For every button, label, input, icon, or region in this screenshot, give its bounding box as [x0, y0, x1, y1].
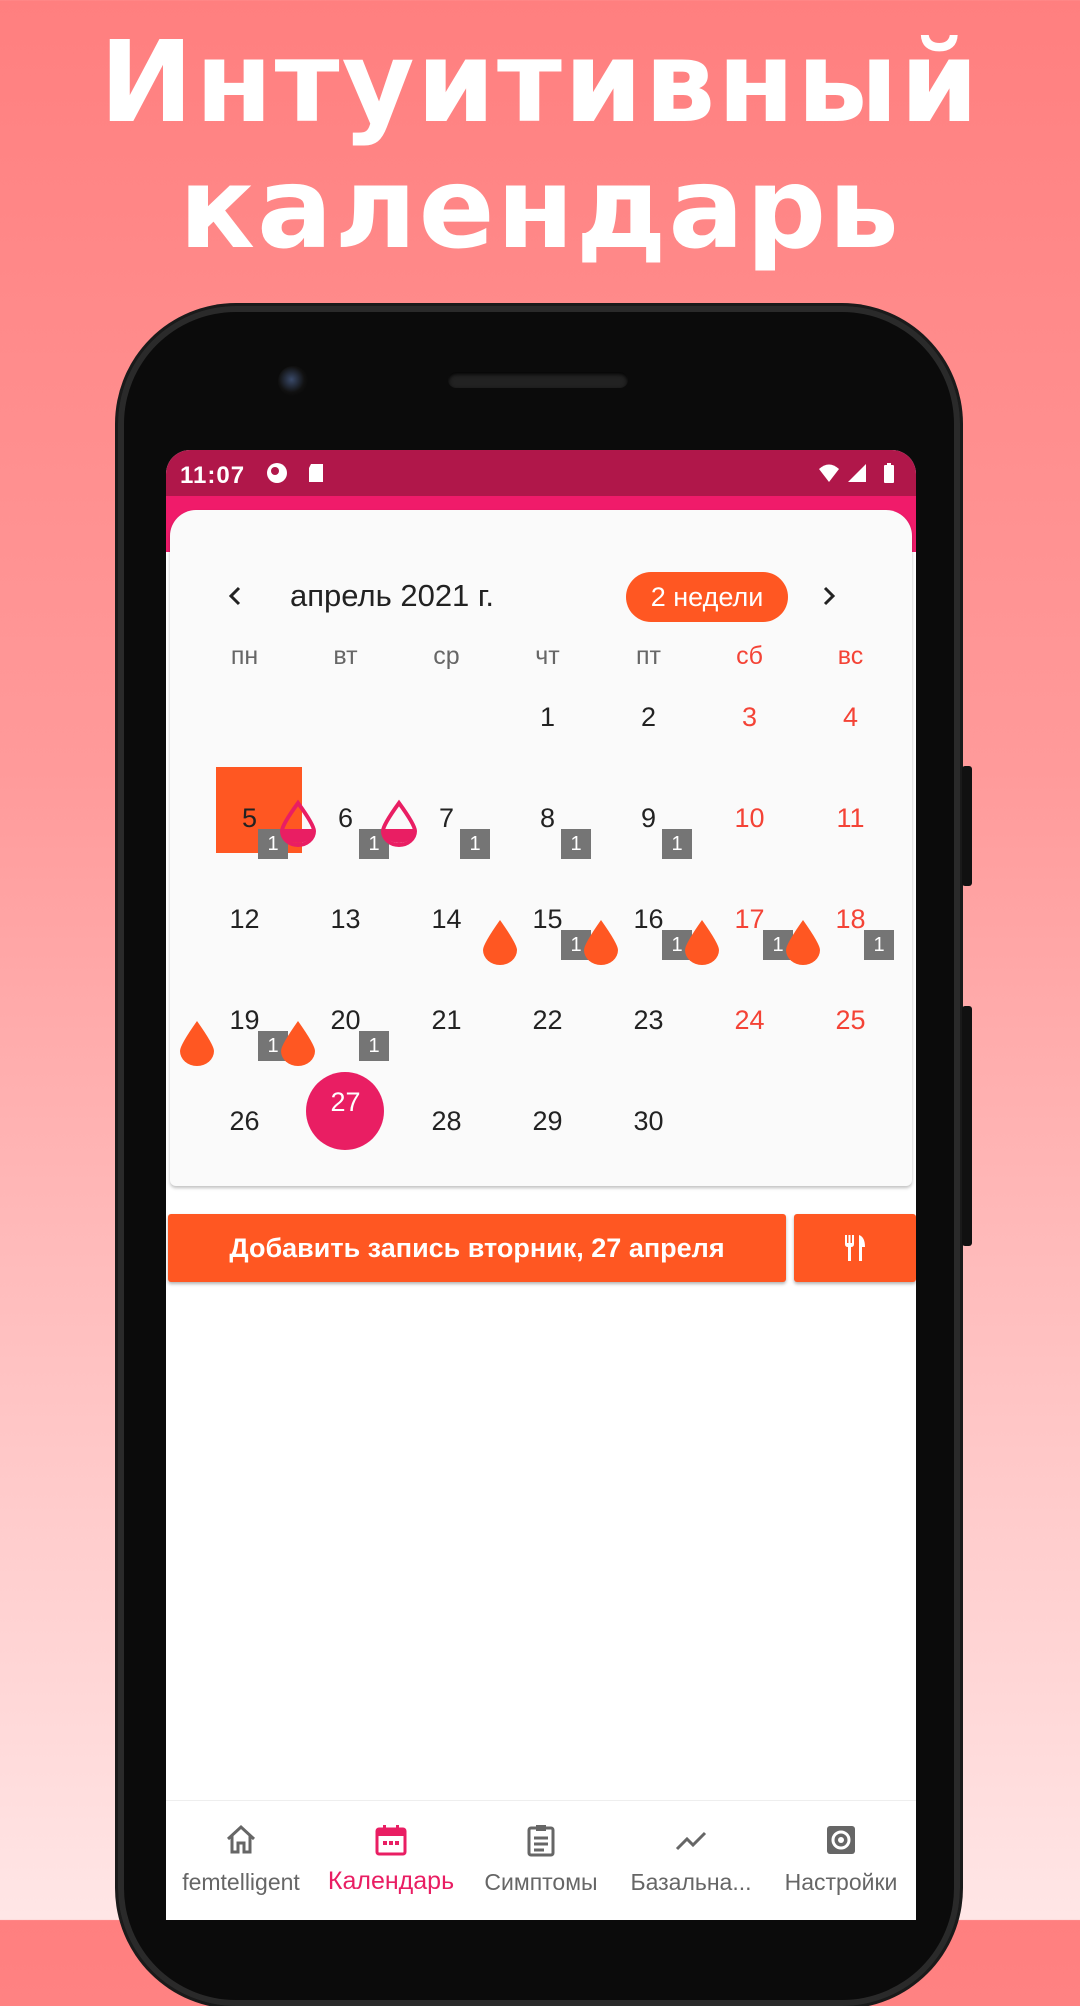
day-number: 24: [734, 1005, 765, 1035]
day-number: 2: [640, 702, 657, 732]
weekday-label: пт: [636, 642, 661, 670]
add-entry-button[interactable]: Добавить запись вторник, 27 апреля: [168, 1214, 786, 1282]
clipboard-icon: [524, 1823, 558, 1857]
calendar-card: апрель 2021 г. 2 недели пн вт ср чт пт сб вс 1…: [170, 510, 912, 1186]
weekday-label: сб: [736, 642, 763, 670]
weekday-label: пн: [230, 642, 259, 670]
volume-button: [962, 1006, 972, 1246]
day-number: 22: [532, 1005, 563, 1035]
nav-label: femtelligent: [182, 1869, 300, 1895]
nav-item-home[interactable]: femtelligent: [166, 1801, 316, 1920]
signal-icon: [848, 464, 866, 482]
weekday-label: вт: [333, 642, 358, 670]
day-number: 30: [633, 1106, 664, 1136]
calendar-day[interactable]: 91: [598, 781, 699, 882]
fork-knife-icon: [845, 1235, 865, 1261]
weekday-label: чт: [535, 642, 560, 670]
calendar-day[interactable]: 12: [194, 882, 295, 983]
day-number: 29: [532, 1106, 563, 1136]
food-button[interactable]: [794, 1214, 916, 1282]
day-number: 11: [836, 803, 865, 833]
speaker-grille: [448, 372, 628, 388]
calendar-day[interactable]: 29: [497, 1084, 598, 1185]
bottom-navigation: femtelligent Календарь Симптомы Базальна...…: [166, 1800, 916, 1920]
entry-count-badge: 1: [864, 930, 894, 960]
calendar-day[interactable]: 4: [800, 680, 901, 781]
headline: Интуитивный календарь: [0, 20, 1080, 272]
day-number: 12: [229, 904, 260, 934]
calendar-day[interactable]: 71: [380, 781, 497, 882]
chevron-left-icon: [228, 586, 241, 606]
day-number: 13: [330, 904, 361, 934]
entry-count-badge: 1: [460, 829, 490, 859]
calendar-day[interactable]: 81: [497, 781, 598, 882]
battery-icon: [884, 463, 894, 483]
nav-item-trend[interactable]: Базальна...: [616, 1801, 766, 1920]
calendar-day[interactable]: 13: [295, 882, 396, 983]
calendar-icon: [374, 1823, 408, 1857]
headline-line-2: календарь: [179, 144, 901, 274]
calendar-day[interactable]: 10: [699, 781, 800, 882]
calendar-day[interactable]: 3: [699, 680, 800, 781]
nav-label: Базальна...: [630, 1869, 752, 1895]
day-number: 27: [330, 1087, 361, 1117]
power-button: [962, 766, 972, 886]
calendar-day[interactable]: 25: [800, 983, 901, 1084]
notification-icon: [267, 463, 287, 483]
nav-label: Настройки: [784, 1869, 898, 1895]
day-number: 10: [734, 803, 765, 833]
day-number: 3: [741, 702, 758, 732]
nav-item-clipboard[interactable]: Симптомы: [466, 1801, 616, 1920]
calendar-day[interactable]: 27: [295, 1072, 396, 1185]
day-number: 26: [229, 1106, 260, 1136]
weekday-label: ср: [433, 642, 460, 670]
entry-count-badge: 1: [561, 829, 591, 859]
calendar-day[interactable]: 24: [699, 983, 800, 1084]
view-toggle-button[interactable]: 2 недели: [626, 572, 788, 622]
month-title: апрель 2021 г.: [290, 578, 495, 613]
calendar-day[interactable]: 30: [598, 1084, 699, 1185]
nav-item-gear[interactable]: Настройки: [766, 1801, 916, 1920]
trend-icon: [674, 1823, 708, 1857]
entry-count-badge: 1: [359, 1031, 389, 1061]
calendar-day[interactable]: 26: [194, 1084, 295, 1185]
day-number: 21: [431, 1005, 462, 1035]
prev-month-button[interactable]: [214, 574, 258, 618]
calendar-day[interactable]: 23: [598, 983, 699, 1084]
weekday-label: вс: [837, 642, 864, 670]
nav-label: Календарь: [327, 1867, 455, 1895]
home-icon: [224, 1823, 258, 1857]
nav-label: Симптомы: [484, 1869, 598, 1895]
day-number: 23: [633, 1005, 664, 1035]
day-number: 25: [835, 1005, 866, 1035]
calendar-day[interactable]: 20 1: [281, 983, 396, 1084]
sd-card-icon: [309, 464, 323, 482]
next-month-button[interactable]: [806, 574, 850, 618]
calendar-day[interactable]: 21: [396, 983, 497, 1084]
calendar-day[interactable]: 2: [598, 680, 699, 781]
calendar-day[interactable]: 28: [396, 1084, 497, 1185]
headline-line-1: Интуитивный: [99, 18, 981, 148]
chevron-right-icon: [823, 586, 836, 606]
nav-item-calendar[interactable]: Календарь: [316, 1801, 466, 1920]
wifi-icon: [819, 464, 839, 482]
camera-icon: [278, 366, 308, 396]
calendar-day[interactable]: 11: [800, 781, 901, 882]
day-number: 28: [431, 1106, 462, 1136]
app-screen: 11:07 апрель 2021 г. 2 недели пн вт ср чт пт…: [166, 450, 916, 1920]
calendar-day[interactable]: 18 1: [786, 882, 901, 983]
calendar-day[interactable]: 22: [497, 983, 598, 1084]
day-number: 4: [842, 702, 859, 732]
day-number: 1: [539, 702, 556, 732]
entry-count-badge: 1: [662, 829, 692, 859]
status-time: 11:07: [180, 462, 246, 489]
status-bar: 11:07: [166, 450, 916, 496]
calendar-day[interactable]: 1: [497, 680, 598, 781]
gear-icon: [824, 1823, 858, 1857]
